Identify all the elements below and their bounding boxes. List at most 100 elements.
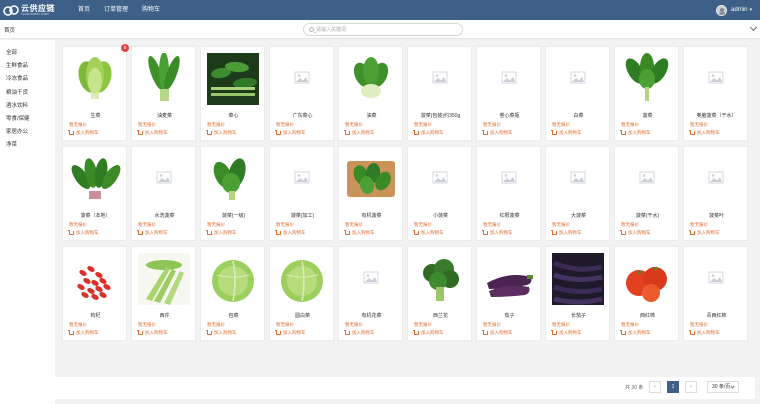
- add-to-cart-button[interactable]: 加入购物车: [620, 230, 651, 236]
- add-to-cart-button[interactable]: 加入购物车: [137, 130, 168, 136]
- chevron-down-icon[interactable]: ▾: [749, 7, 752, 13]
- image-placeholder-icon[interactable]: [483, 53, 535, 105]
- product-card[interactable]: 包菜 暂无报价 加入购物车: [200, 246, 265, 341]
- product-name[interactable]: 油麦菜: [132, 112, 197, 119]
- search-icon[interactable]: [309, 27, 314, 32]
- product-name[interactable]: 卷心菜瓶: [477, 112, 542, 119]
- product-name[interactable]: 西芹: [132, 312, 197, 319]
- page-size-select[interactable]: 30 条/页: [707, 381, 739, 393]
- image-placeholder-icon[interactable]: [621, 153, 673, 205]
- product-card[interactable]: 菠菜（本地） 暂无报价 加入购物车: [62, 146, 127, 241]
- product-image[interactable]: [207, 153, 259, 205]
- image-placeholder-icon[interactable]: [690, 253, 742, 305]
- nav-home[interactable]: 首页: [71, 0, 97, 20]
- product-card[interactable]: 青西红柿 暂无报价 加入购物车: [683, 246, 748, 341]
- product-card[interactable]: 菠菜叶 暂无报价 加入购物车: [683, 146, 748, 241]
- product-card[interactable]: 长茄子 暂无报价 加入购物车: [545, 246, 610, 341]
- image-placeholder-icon[interactable]: [138, 153, 190, 205]
- product-name[interactable]: 大菠菜: [546, 212, 611, 219]
- product-card[interactable]: 菠菜(干水) 暂无报价 加入购物车: [614, 146, 679, 241]
- product-name[interactable]: 奥脑菠菜（干水）: [684, 112, 749, 119]
- product-card[interactable]: 奥脑菠菜（干水） 暂无报价 加入购物车: [683, 46, 748, 141]
- product-name[interactable]: 菠菜: [615, 112, 680, 119]
- add-to-cart-button[interactable]: 加入购物车: [206, 330, 237, 336]
- logo[interactable]: 云供应链 CLOUD SUPPLY CHAIN: [3, 4, 59, 17]
- product-card[interactable]: 枸杞 暂无报价 加入购物车: [62, 246, 127, 341]
- add-to-cart-button[interactable]: 加入购物车: [413, 130, 444, 136]
- image-placeholder-icon[interactable]: [552, 53, 604, 105]
- add-to-cart-button[interactable]: 加入购物车: [413, 230, 444, 236]
- image-placeholder-icon[interactable]: [690, 53, 742, 105]
- image-placeholder-icon[interactable]: [345, 253, 397, 305]
- product-name[interactable]: 菠菜叶: [684, 212, 749, 219]
- product-name[interactable]: 有机花菜: [339, 312, 404, 319]
- add-to-cart-button[interactable]: 加入购物车: [482, 330, 513, 336]
- product-card[interactable]: 菠菜(加工) 暂无报价 加入购物车: [269, 146, 334, 241]
- sidebar-category-item[interactable]: 零食/保健: [0, 113, 55, 126]
- sidebar-category-item[interactable]: 粮油干货: [0, 87, 55, 100]
- add-to-cart-button[interactable]: 加入购物车: [551, 130, 582, 136]
- product-name[interactable]: 菜心: [201, 112, 266, 119]
- product-image[interactable]: [138, 53, 190, 105]
- product-name[interactable]: 小菠菜: [408, 212, 473, 219]
- product-card[interactable]: 红根菠菜 暂无报价 加入购物车: [476, 146, 541, 241]
- add-to-cart-button[interactable]: 加入购物车: [206, 230, 237, 236]
- next-page-button[interactable]: ›: [685, 381, 697, 393]
- product-name[interactable]: 青西红柿: [684, 312, 749, 319]
- sidebar-category-item[interactable]: 家居办公: [0, 126, 55, 139]
- product-card[interactable]: 水洗菠菜 暂无报价 加入购物车: [131, 146, 196, 241]
- product-name[interactable]: 包菜: [201, 312, 266, 319]
- product-card[interactable]: 大菠菜 暂无报价 加入购物车: [545, 146, 610, 241]
- product-name[interactable]: 菠菜(一级): [201, 212, 266, 219]
- add-to-cart-button[interactable]: 加入购物车: [275, 230, 306, 236]
- add-to-cart-button[interactable]: 加入购物车: [68, 230, 99, 236]
- product-image[interactable]: [483, 253, 535, 305]
- add-to-cart-button[interactable]: 加入购物车: [206, 130, 237, 136]
- add-to-cart-button[interactable]: 加入购物车: [137, 330, 168, 336]
- product-card[interactable]: 菠菜(一级) 暂无报价 加入购物车: [200, 146, 265, 241]
- add-to-cart-button[interactable]: 加入购物车: [344, 130, 375, 136]
- add-to-cart-button[interactable]: 加入购物车: [482, 230, 513, 236]
- product-image[interactable]: [345, 153, 397, 205]
- nav-orders[interactable]: 订单管理: [97, 0, 135, 20]
- product-name[interactable]: 水洗菠菜: [132, 212, 197, 219]
- product-card[interactable]: 卷心菜瓶 暂无报价 加入购物车: [476, 46, 541, 141]
- product-image[interactable]: [621, 53, 673, 105]
- add-to-cart-button[interactable]: 加入购物车: [689, 330, 720, 336]
- product-card[interactable]: 小菠菜 暂无报价 加入购物车: [407, 146, 472, 241]
- image-placeholder-icon[interactable]: [552, 153, 604, 205]
- product-image[interactable]: [138, 253, 190, 305]
- search-input[interactable]: [316, 25, 456, 35]
- product-image[interactable]: [207, 253, 259, 305]
- add-to-cart-button[interactable]: 加入购物车: [344, 330, 375, 336]
- product-name[interactable]: 菠菜(包装)约350g: [408, 112, 473, 119]
- sidebar-category-item[interactable]: 全部: [0, 47, 55, 60]
- product-image[interactable]: [207, 53, 259, 105]
- product-image[interactable]: [69, 53, 121, 105]
- add-to-cart-button[interactable]: 加入购物车: [275, 330, 306, 336]
- product-name[interactable]: 菠菜(加工): [270, 212, 335, 219]
- add-to-cart-button[interactable]: 加入购物车: [689, 230, 720, 236]
- product-name[interactable]: 长茄子: [546, 312, 611, 319]
- breadcrumb[interactable]: 首页: [4, 26, 15, 34]
- image-placeholder-icon[interactable]: [414, 153, 466, 205]
- sidebar-category-item[interactable]: 冷冻食品: [0, 73, 55, 86]
- add-to-cart-button[interactable]: 加入购物车: [137, 230, 168, 236]
- product-image[interactable]: [69, 153, 121, 205]
- search-box[interactable]: [303, 23, 463, 36]
- product-name[interactable]: 西兰花: [408, 312, 473, 319]
- product-card[interactable]: 油麦菜 暂无报价 加入购物车: [131, 46, 196, 141]
- image-placeholder-icon[interactable]: [276, 153, 328, 205]
- product-name[interactable]: 白菜: [546, 112, 611, 119]
- add-to-cart-button[interactable]: 加入购物车: [68, 130, 99, 136]
- add-to-cart-button[interactable]: 加入购物车: [620, 330, 651, 336]
- add-to-cart-button[interactable]: 加入购物车: [620, 130, 651, 136]
- user-name[interactable]: admin: [731, 7, 747, 13]
- image-placeholder-icon[interactable]: [690, 153, 742, 205]
- page-1-button[interactable]: 1: [667, 381, 679, 393]
- product-name[interactable]: 茄子: [477, 312, 542, 319]
- product-card[interactable]: 西兰花 暂无报价 加入购物车: [407, 246, 472, 341]
- add-to-cart-button[interactable]: 加入购物车: [344, 230, 375, 236]
- product-name[interactable]: 枸杞: [63, 312, 128, 319]
- product-name[interactable]: 有机菠菜: [339, 212, 404, 219]
